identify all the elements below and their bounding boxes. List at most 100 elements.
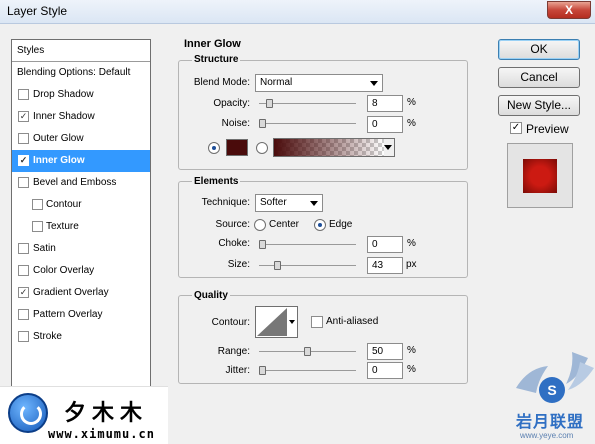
- opacity-slider[interactable]: [259, 99, 356, 108]
- close-button[interactable]: X: [547, 1, 591, 19]
- style-checkbox[interactable]: ✓: [18, 155, 29, 166]
- source-center-label: Center: [269, 219, 300, 230]
- style-item-label: Color Overlay: [33, 265, 95, 276]
- style-checkbox[interactable]: [18, 133, 29, 144]
- technique-label: Technique:: [201, 197, 250, 208]
- style-list-item[interactable]: Drop Shadow: [12, 84, 150, 106]
- range-slider[interactable]: [259, 347, 356, 356]
- style-item-label: Stroke: [33, 331, 62, 342]
- size-slider[interactable]: [259, 261, 356, 270]
- solid-color-radio[interactable]: [208, 142, 220, 154]
- anti-aliased-checkbox[interactable]: [311, 316, 323, 328]
- style-item-label: Bevel and Emboss: [33, 177, 117, 188]
- technique-select[interactable]: Softer: [255, 194, 323, 212]
- site-logo-icon: [8, 393, 48, 433]
- slider-thumb[interactable]: [274, 261, 281, 270]
- style-list-item[interactable]: Contour: [12, 194, 150, 216]
- slider-thumb[interactable]: [266, 99, 273, 108]
- size-unit: px: [406, 259, 417, 270]
- style-item-label: Pattern Overlay: [33, 309, 103, 320]
- choke-unit: %: [407, 238, 416, 249]
- window-title: Layer Style: [7, 4, 68, 18]
- style-checkbox[interactable]: [32, 221, 43, 232]
- slider-thumb[interactable]: [259, 119, 266, 128]
- slider-track: [259, 123, 356, 124]
- gradient-radio[interactable]: [256, 142, 268, 154]
- opacity-label: Opacity:: [213, 98, 250, 109]
- slider-thumb[interactable]: [259, 240, 266, 249]
- source-edge-label: Edge: [329, 219, 353, 230]
- blend-mode-value: Normal: [260, 77, 293, 88]
- new-style-button[interactable]: New Style...: [498, 95, 580, 116]
- style-item-label: Styles: [17, 45, 45, 56]
- source-edge-radio[interactable]: [314, 219, 326, 231]
- slider-thumb[interactable]: [259, 366, 266, 375]
- jitter-unit: %: [407, 364, 416, 375]
- chevron-down-icon: [310, 201, 318, 206]
- preview-checkbox[interactable]: ✓: [510, 122, 522, 134]
- style-list-item[interactable]: Blending Options: Default: [12, 62, 150, 84]
- ok-button[interactable]: OK: [498, 39, 580, 60]
- cancel-button[interactable]: Cancel: [498, 67, 580, 88]
- preview-label: Preview: [526, 122, 569, 136]
- style-item-label: Inner Glow: [33, 155, 85, 166]
- anti-aliased-label: Anti-aliased: [326, 316, 379, 327]
- style-list-item[interactable]: Outer Glow: [12, 128, 150, 150]
- style-item-label: Gradient Overlay: [33, 287, 109, 298]
- choke-field[interactable]: 0: [367, 236, 403, 253]
- style-checkbox[interactable]: [32, 199, 43, 210]
- blend-mode-label: Blend Mode:: [193, 77, 250, 88]
- noise-field[interactable]: 0: [367, 116, 403, 133]
- style-list-item[interactable]: Stroke: [12, 326, 150, 348]
- source-center-radio[interactable]: [254, 219, 266, 231]
- slider-thumb[interactable]: [304, 347, 311, 356]
- style-list-item[interactable]: Satin: [12, 238, 150, 260]
- style-checkbox[interactable]: [18, 309, 29, 320]
- style-checkbox[interactable]: [18, 331, 29, 342]
- watermark-right-url: www.yeye.com: [520, 431, 574, 440]
- opacity-field[interactable]: 8: [367, 95, 403, 112]
- quality-title: Quality: [192, 290, 230, 301]
- noise-slider[interactable]: [259, 119, 356, 128]
- range-unit: %: [407, 345, 416, 356]
- range-label: Range:: [217, 346, 250, 357]
- gradient-picker[interactable]: [273, 138, 395, 157]
- winged-logo-icon: S: [516, 352, 594, 403]
- style-item-label: Inner Shadow: [33, 111, 95, 122]
- size-field[interactable]: 43: [367, 257, 403, 274]
- contour-picker[interactable]: [255, 306, 298, 338]
- chevron-down-icon[interactable]: [384, 145, 392, 150]
- style-list-item[interactable]: Texture: [12, 216, 150, 238]
- style-list-item[interactable]: ✓ Inner Shadow: [12, 106, 150, 128]
- blend-mode-select[interactable]: Normal: [255, 74, 383, 92]
- chevron-down-icon: [289, 320, 295, 324]
- style-checkbox[interactable]: [18, 177, 29, 188]
- opacity-unit: %: [407, 97, 416, 108]
- jitter-field[interactable]: 0: [367, 362, 403, 379]
- style-checkbox[interactable]: [18, 265, 29, 276]
- watermark-right: S 岩月联盟 www.yeye.com: [508, 338, 595, 444]
- range-field[interactable]: 50: [367, 343, 403, 360]
- svg-text:S: S: [547, 382, 556, 398]
- style-checkbox[interactable]: [18, 89, 29, 100]
- contour-preview-icon: [257, 308, 287, 336]
- style-list-item[interactable]: ✓ Gradient Overlay: [12, 282, 150, 304]
- slider-track: [259, 370, 356, 371]
- style-list-item[interactable]: Color Overlay: [12, 260, 150, 282]
- jitter-slider[interactable]: [259, 366, 356, 375]
- style-checkbox[interactable]: ✓: [18, 287, 29, 298]
- style-list-item[interactable]: ✓ Inner Glow: [12, 150, 150, 172]
- style-item-label: Outer Glow: [33, 133, 84, 144]
- chevron-down-icon: [370, 81, 378, 86]
- style-list-item[interactable]: Pattern Overlay: [12, 304, 150, 326]
- size-label: Size:: [227, 259, 250, 270]
- style-item-label: Drop Shadow: [33, 89, 94, 100]
- style-item-label: Blending Options: Default: [17, 67, 131, 78]
- style-checkbox[interactable]: ✓: [18, 111, 29, 122]
- style-list-item[interactable]: Bevel and Emboss: [12, 172, 150, 194]
- style-checkbox[interactable]: [18, 243, 29, 254]
- glow-color-swatch[interactable]: [226, 139, 248, 156]
- elements-title: Elements: [192, 176, 241, 187]
- choke-slider[interactable]: [259, 240, 356, 249]
- source-label: Source:: [215, 219, 250, 230]
